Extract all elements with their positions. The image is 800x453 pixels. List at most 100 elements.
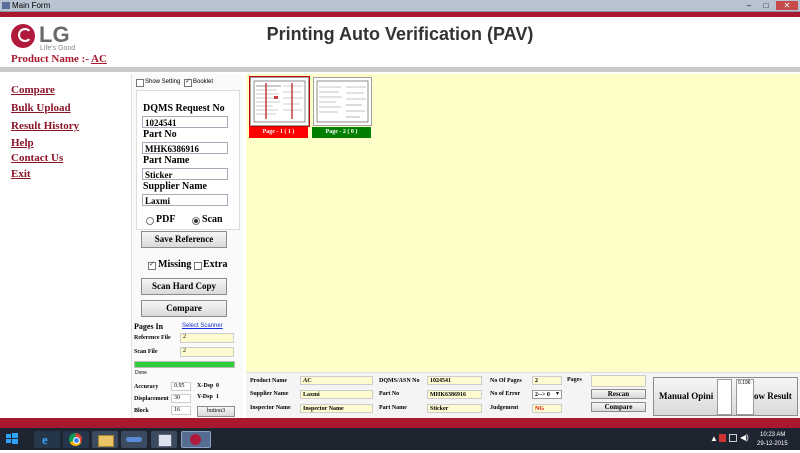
- no-error-dropdown-value: 2--> 0: [535, 392, 550, 398]
- extra-checkbox[interactable]: [194, 262, 202, 270]
- scan-label: Scan: [202, 214, 223, 225]
- app-taskbar-icon[interactable]: [121, 431, 147, 448]
- pdf-radio[interactable]: [146, 217, 154, 225]
- result-dqms-label: DQMS/ASN No: [379, 378, 420, 384]
- pages-in-title: Pages In: [134, 322, 164, 331]
- taskbar-date[interactable]: 29-12-2015: [757, 441, 788, 447]
- overlay-window: [717, 379, 732, 415]
- app-icon: [2, 2, 10, 9]
- result-judgement-label: Judgement: [490, 405, 519, 411]
- block-input[interactable]: 16: [171, 406, 191, 415]
- y-dsp-value: 1: [216, 394, 219, 400]
- lg-logo-icon: [11, 24, 35, 48]
- result-judgement-value: NG: [532, 404, 562, 413]
- result-pages-label: Pages: [567, 377, 582, 383]
- part-name-label: Part Name: [143, 155, 190, 166]
- page-2-thumbnail[interactable]: [313, 77, 372, 126]
- scan-progress-fill: [135, 362, 234, 367]
- start-button[interactable]: [2, 430, 22, 448]
- part-name-input[interactable]: Sticker: [142, 168, 228, 180]
- part-no-label: Part No: [143, 129, 177, 140]
- network-icon[interactable]: [729, 434, 737, 442]
- compare-button[interactable]: Compare: [141, 300, 227, 317]
- result-supplier-label: Supplier Name: [250, 391, 289, 397]
- dqms-input[interactable]: 1024541: [142, 116, 228, 128]
- x-dsp-label: X-Dsp: [197, 383, 214, 389]
- window-title: Main Form: [12, 1, 51, 10]
- show-setting-label: Show Setting: [145, 79, 181, 85]
- y-dsp-label: Y-Dsp: [197, 394, 213, 400]
- progress-status: Done: [135, 370, 147, 376]
- accuracy-input[interactable]: 0.95: [171, 382, 191, 391]
- tool-taskbar-icon[interactable]: [151, 431, 177, 448]
- close-button[interactable]: ✕: [776, 1, 798, 10]
- dqms-label: DQMS Request No: [143, 103, 225, 114]
- footer-accent-bar: [0, 418, 800, 428]
- file-explorer-icon[interactable]: [92, 431, 118, 448]
- result-no-error-dropdown[interactable]: 2--> 0 ▼: [532, 390, 562, 399]
- rescan-button[interactable]: Rescan: [591, 389, 646, 399]
- minimize-button[interactable]: –: [742, 1, 756, 10]
- result-part-name-label: Part Name: [379, 405, 407, 411]
- booklet-checkbox[interactable]: [184, 77, 192, 87]
- button3-button[interactable]: button3: [197, 406, 235, 417]
- window-title-bar[interactable]: Main Form – □ ✕: [0, 0, 800, 12]
- product-name-link[interactable]: AC: [91, 53, 107, 65]
- page-1-thumbnail[interactable]: [249, 76, 310, 127]
- result-inspector-value: Inspector Name: [300, 404, 373, 413]
- displacement-label: Displacement: [134, 396, 169, 402]
- supplier-name-input[interactable]: Laxmi: [142, 194, 228, 206]
- reference-file-value: 2: [180, 333, 234, 343]
- result-part-no-value: MHK6386916: [427, 390, 482, 399]
- overlay-value-window: 0.196: [736, 379, 754, 415]
- internet-explorer-icon[interactable]: e: [34, 431, 60, 448]
- pav-app-taskbar-icon[interactable]: [181, 431, 211, 448]
- result-part-no-label: Part No: [379, 391, 400, 397]
- show-setting-checkbox[interactable]: [136, 79, 144, 87]
- missing-label: Missing: [158, 259, 192, 270]
- result-compare-button[interactable]: Compare: [591, 402, 646, 412]
- booklet-label: Booklet: [193, 79, 214, 85]
- logo-tagline: Life's Good: [40, 45, 76, 52]
- reference-file-label: Reference File: [134, 335, 171, 341]
- pdf-label: PDF: [156, 214, 176, 225]
- result-no-pages-label: No Of Pages: [490, 378, 522, 384]
- result-product-name-value: AC: [300, 376, 373, 385]
- save-reference-button[interactable]: Save Reference: [141, 231, 227, 248]
- x-dsp-value: 0: [216, 383, 219, 389]
- taskbar: [0, 428, 800, 450]
- scan-file-label: Scan File: [134, 349, 158, 355]
- volume-icon[interactable]: ◀): [740, 433, 749, 442]
- tray-up-arrow-icon[interactable]: ▲: [710, 434, 718, 443]
- scan-hard-copy-button[interactable]: Scan Hard Copy: [141, 278, 227, 295]
- product-name-label: Product Name :-: [11, 53, 89, 65]
- nav-compare[interactable]: Compare: [11, 84, 55, 96]
- displacement-input[interactable]: 30: [171, 394, 191, 403]
- block-label: Block: [134, 408, 149, 414]
- result-no-error-label: No of Error: [490, 391, 521, 397]
- maximize-button[interactable]: □: [759, 1, 773, 10]
- result-dqms-value: 1024541: [427, 376, 482, 385]
- nav-contact-us[interactable]: Contact Us: [11, 152, 63, 164]
- select-scanner-link[interactable]: Select Scanner: [182, 323, 223, 329]
- result-product-name-label: Product Name: [250, 378, 288, 384]
- result-no-pages-value: 2: [532, 376, 562, 385]
- result-pages-field: [591, 375, 646, 387]
- page-2-label[interactable]: Page - 2 ( 0 ): [312, 127, 371, 138]
- part-no-input[interactable]: MHK6386916: [142, 142, 228, 154]
- result-inspector-label: Inspector Name: [250, 405, 291, 411]
- nav-bulk-upload[interactable]: Bulk Upload: [11, 102, 71, 114]
- result-supplier-value: Laxmi: [300, 390, 373, 399]
- chrome-icon[interactable]: [63, 431, 89, 448]
- scan-radio[interactable]: [192, 217, 200, 225]
- flag-icon[interactable]: [719, 434, 726, 442]
- nav-exit[interactable]: Exit: [11, 168, 31, 180]
- manual-opinion-text: Manual Opini: [659, 391, 714, 401]
- page-1-label[interactable]: Page - 1 ( 1 ): [249, 127, 308, 138]
- nav-help[interactable]: Help: [11, 137, 34, 149]
- taskbar-time[interactable]: 10:23 AM: [760, 432, 785, 438]
- scan-file-value: 2: [180, 347, 234, 357]
- chevron-down-icon: ▼: [555, 392, 560, 397]
- missing-checkbox[interactable]: [148, 260, 156, 270]
- nav-result-history[interactable]: Result History: [11, 120, 79, 132]
